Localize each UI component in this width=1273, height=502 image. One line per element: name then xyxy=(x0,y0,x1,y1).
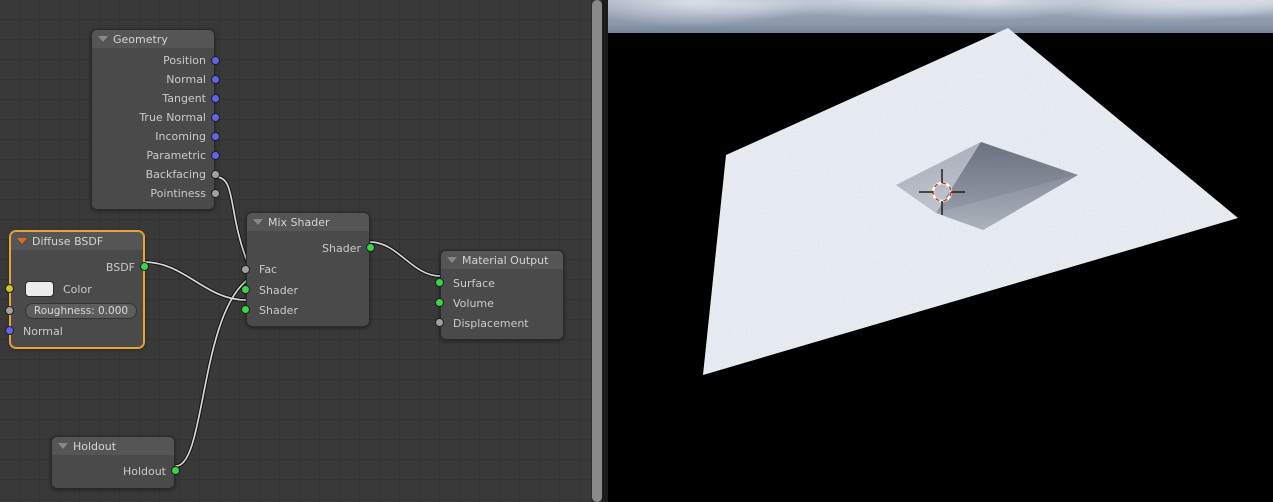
node-material-output[interactable]: Material Output Surface Volume Displacem… xyxy=(435,250,564,340)
socket-displacement-input[interactable] xyxy=(435,318,444,327)
node-holdout-title: Holdout xyxy=(73,439,117,453)
socket-label-position: Position xyxy=(163,54,206,67)
node-material-output-header[interactable]: Material Output xyxy=(441,251,563,269)
socket-label-tangent: Tangent xyxy=(162,92,206,105)
socket-pointiness[interactable] xyxy=(211,188,220,198)
socket-row-surface[interactable]: Surface xyxy=(435,273,563,293)
triangle-down-icon[interactable] xyxy=(447,257,457,263)
socket-shader-output[interactable] xyxy=(366,243,375,252)
socket-true-normal[interactable] xyxy=(211,112,220,122)
3d-viewport[interactable] xyxy=(608,0,1273,502)
socket-label-normal: Normal xyxy=(166,73,206,86)
socket-volume-input[interactable] xyxy=(435,298,444,307)
socket-bsdf-output[interactable] xyxy=(140,262,149,271)
color-swatch-field[interactable] xyxy=(25,281,54,297)
socket-row-holdout-out[interactable]: Holdout xyxy=(52,460,180,482)
socket-label-fac: Fac xyxy=(259,263,278,276)
socket-surface-input[interactable] xyxy=(435,278,444,287)
socket-parametric[interactable] xyxy=(211,150,220,160)
socket-row-color[interactable]: Color xyxy=(5,278,143,300)
node-diffuse-bsdf-body: BSDF Color Roughness: 0.000 Normal xyxy=(5,250,149,347)
node-diffuse-bsdf[interactable]: Diffuse BSDF BSDF Color Roughness: 0.000 xyxy=(5,231,149,348)
socket-color-input[interactable] xyxy=(5,284,14,293)
socket-shader-input-1[interactable] xyxy=(241,285,250,294)
socket-label-incoming: Incoming xyxy=(155,130,206,143)
socket-row-roughness[interactable]: Roughness: 0.000 xyxy=(5,300,143,321)
render-scene xyxy=(703,28,1238,375)
node-holdout-body: Holdout xyxy=(52,455,180,488)
node-mix-shader-title: Mix Shader xyxy=(268,215,330,229)
socket-row-displacement[interactable]: Displacement xyxy=(435,313,563,333)
socket-fac-input[interactable] xyxy=(241,264,250,274)
node-diffuse-bsdf-header[interactable]: Diffuse BSDF xyxy=(11,232,143,250)
node-geometry-title: Geometry xyxy=(113,32,168,46)
socket-label-normal-input: Normal xyxy=(23,324,63,338)
socket-label-surface: Surface xyxy=(453,276,495,290)
triangle-down-icon[interactable] xyxy=(58,443,68,449)
socket-row-pointiness[interactable]: Pointiness xyxy=(92,184,220,203)
socket-row-bsdf-out[interactable]: BSDF xyxy=(11,256,149,278)
socket-label-bsdf: BSDF xyxy=(105,260,135,274)
socket-shader-input-2[interactable] xyxy=(241,305,250,314)
shader-node-editor[interactable]: Geometry Position Normal Tangent True No… xyxy=(0,0,591,502)
node-holdout[interactable]: Holdout Holdout xyxy=(51,436,180,489)
socket-row-position[interactable]: Position xyxy=(92,51,220,70)
socket-row-parametric[interactable]: Parametric xyxy=(92,146,220,165)
node-mix-shader-header[interactable]: Mix Shader xyxy=(247,213,369,231)
socket-row-volume[interactable]: Volume xyxy=(435,293,563,313)
scrollbar-thumb[interactable] xyxy=(592,0,602,502)
node-geometry-header[interactable]: Geometry xyxy=(92,30,214,48)
socket-label-true-normal: True Normal xyxy=(139,111,206,124)
triangle-down-icon[interactable] xyxy=(253,219,263,225)
socket-row-shader-out[interactable]: Shader xyxy=(247,237,375,259)
socket-label-shader-in-1: Shader xyxy=(259,283,298,297)
socket-backfacing[interactable] xyxy=(211,169,220,179)
node-holdout-header[interactable]: Holdout xyxy=(52,437,174,455)
socket-position[interactable] xyxy=(211,55,220,65)
socket-label-displacement: Displacement xyxy=(453,316,529,330)
roughness-slider[interactable]: Roughness: 0.000 xyxy=(25,302,137,319)
socket-label-backfacing: Backfacing xyxy=(145,168,206,181)
socket-row-backfacing[interactable]: Backfacing xyxy=(92,165,220,184)
socket-row-tangent[interactable]: Tangent xyxy=(92,89,220,108)
socket-holdout-output[interactable] xyxy=(171,466,180,475)
triangle-down-icon[interactable] xyxy=(98,36,108,42)
node-mix-shader-body: Shader Fac Shader Shader xyxy=(241,231,375,326)
socket-row-incoming[interactable]: Incoming xyxy=(92,127,220,146)
socket-label-pointiness: Pointiness xyxy=(150,187,206,200)
node-material-output-body: Surface Volume Displacement xyxy=(435,269,563,339)
node-geometry[interactable]: Geometry Position Normal Tangent True No… xyxy=(91,29,220,210)
socket-row-fac[interactable]: Fac xyxy=(241,259,369,280)
socket-normal[interactable] xyxy=(211,74,220,84)
socket-roughness-input[interactable] xyxy=(5,305,14,315)
socket-row-shader-in-2[interactable]: Shader xyxy=(241,300,369,320)
socket-label-color: Color xyxy=(63,282,92,296)
node-geometry-body: Position Normal Tangent True Normal Inco… xyxy=(92,48,220,209)
socket-incoming[interactable] xyxy=(211,131,220,141)
blender-window: Geometry Position Normal Tangent True No… xyxy=(0,0,1273,502)
socket-label-parametric: Parametric xyxy=(146,149,206,162)
node-diffuse-bsdf-title: Diffuse BSDF xyxy=(32,234,104,248)
node-mix-shader[interactable]: Mix Shader Shader Fac Shader Shader xyxy=(241,212,375,327)
socket-tangent[interactable] xyxy=(211,93,220,103)
socket-normal-input[interactable] xyxy=(5,326,14,335)
socket-row-normal[interactable]: Normal xyxy=(92,70,220,89)
socket-row-shader-in-1[interactable]: Shader xyxy=(241,280,369,300)
node-material-output-title: Material Output xyxy=(462,253,549,267)
socket-label-shader-out: Shader xyxy=(322,241,361,255)
socket-row-true-normal[interactable]: True Normal xyxy=(92,108,220,127)
socket-label-holdout: Holdout xyxy=(122,464,166,478)
socket-row-normal-input[interactable]: Normal xyxy=(5,321,143,341)
socket-label-volume: Volume xyxy=(453,296,494,310)
triangle-down-icon[interactable] xyxy=(17,238,27,244)
socket-label-shader-in-2: Shader xyxy=(259,303,298,317)
